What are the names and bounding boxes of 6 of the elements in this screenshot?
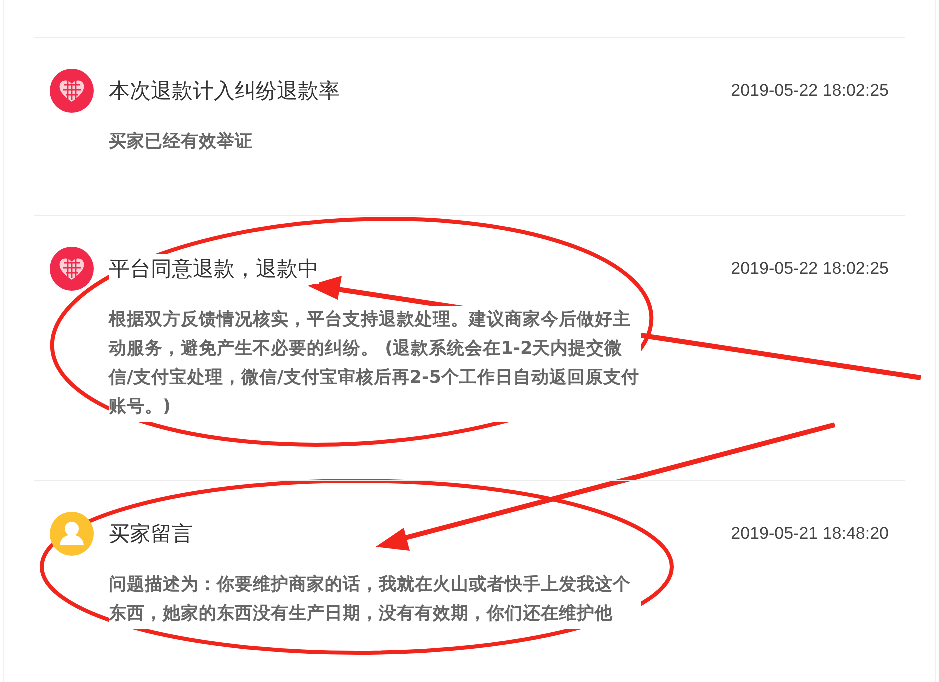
timestamp: 2019-05-21 18:48:20 <box>731 524 889 544</box>
timestamp: 2019-05-22 18:02:25 <box>731 259 889 279</box>
entry-text: 根据双方反馈情况核实，平台支持退款处理。建议商家今后做好主动服务，避免产生不必要的纠纷。 (退款系统会在1-2天内提交微信/支付宝处理，微信/支付宝审核后再2-5个工作日自动返回原支付账号。) <box>109 306 641 422</box>
timestamp: 2019-05-22 18:02:25 <box>731 81 889 101</box>
user-icon <box>50 512 94 556</box>
entry-title: 平台同意退款，退款中 <box>109 254 319 284</box>
